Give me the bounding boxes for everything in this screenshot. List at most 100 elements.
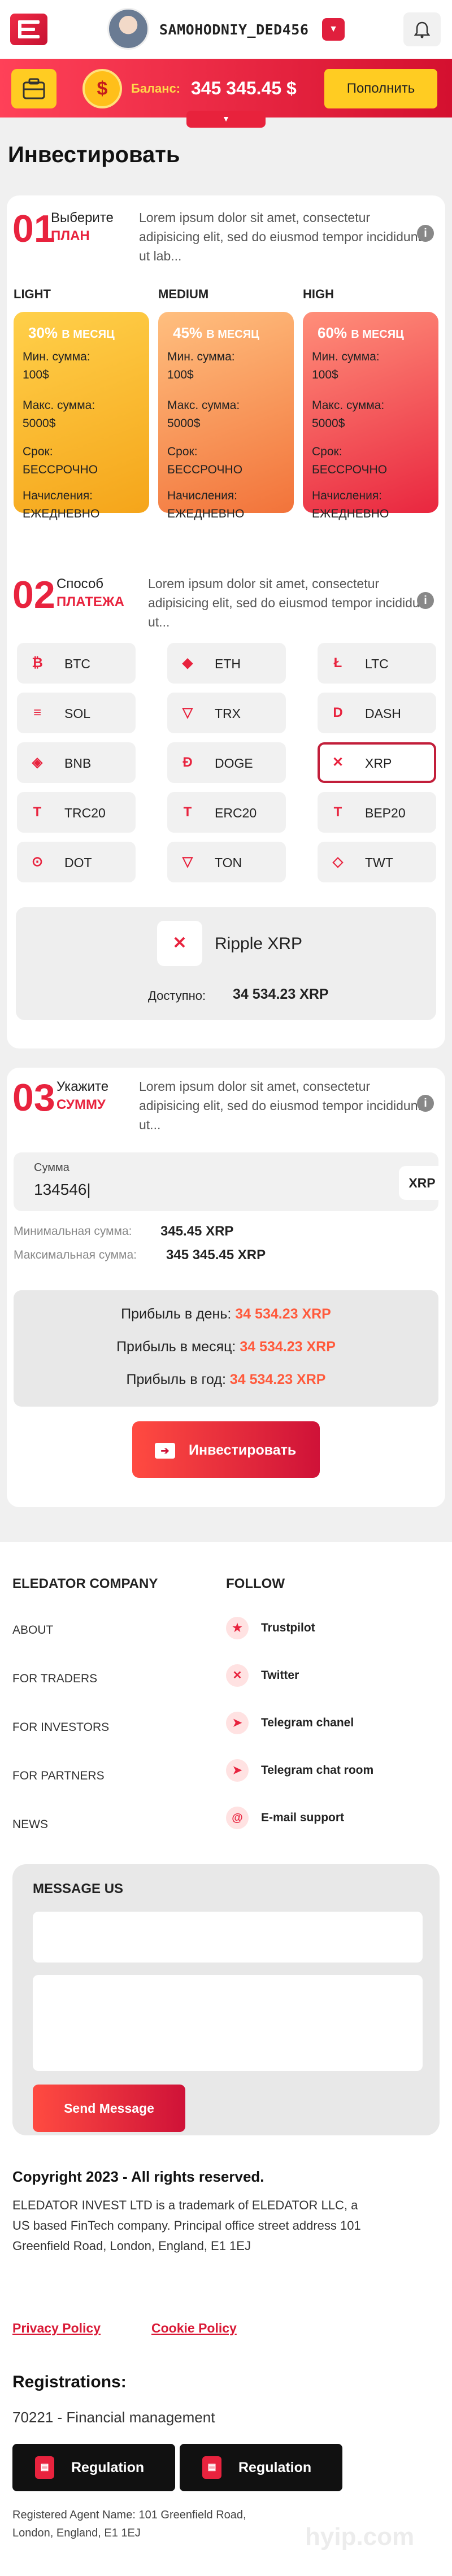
social-label: Trustpilot — [261, 1621, 315, 1634]
info-icon[interactable]: i — [417, 1095, 434, 1112]
trx-icon: ▽ — [182, 705, 193, 720]
payment-method-bnb[interactable]: ◈ BNB — [17, 742, 136, 783]
regulation-button[interactable]: ▤ Regulation — [180, 2444, 342, 2491]
plan-accr: ЕЖЕДНЕВНО — [312, 507, 389, 520]
wallet-icon[interactable] — [11, 69, 56, 108]
amount-unit[interactable]: XRP — [399, 1166, 445, 1200]
selected-method-name: Ripple XRP — [215, 934, 303, 953]
available-value: 34 534.23 XRP — [233, 986, 329, 1002]
plan-card-high[interactable]: 60% В МЕСЯЦ Мин. сумма: 100$ Макс. сумма: 50… — [303, 312, 438, 520]
xrp-icon: ✕ — [157, 921, 202, 966]
message-input-name[interactable] — [33, 1912, 423, 1963]
info-icon[interactable]: i — [417, 592, 434, 609]
footer-link[interactable]: NEWS — [12, 1818, 48, 1831]
chevron-down-icon[interactable]: ▼ — [322, 18, 345, 41]
pdf-icon: ▤ — [35, 2456, 54, 2479]
step-subtitle: ПЛАН — [51, 228, 90, 243]
expand-chevron-icon[interactable]: ▼ — [186, 111, 266, 128]
plan-term: БЕССРОЧНО — [23, 463, 98, 476]
social-label: Telegram chanel — [261, 1716, 354, 1729]
payment-method-eth[interactable]: ◆ ETH — [167, 643, 286, 684]
plan-min: 100$ — [312, 368, 338, 381]
logo[interactable] — [10, 14, 47, 45]
plan-term_label: Срок: — [312, 445, 342, 458]
balance-bar: $ Баланс: 345 345.45 $ Пополнить — [0, 59, 452, 118]
bep20-icon: T — [333, 804, 342, 820]
invest-label: Инвестировать — [189, 1442, 297, 1458]
step-number: 02 — [12, 573, 55, 616]
telegram-icon: ➤ — [226, 1712, 249, 1734]
top-header: SAMOHODNIY_DED456 ▼ — [0, 0, 452, 59]
payment-method-bep20[interactable]: T BEP20 — [318, 792, 436, 833]
payment-method-label: DASH — [365, 706, 401, 721]
step-description: Lorem ipsum dolor sit amet, consectetur … — [139, 210, 421, 263]
plan-min: 100$ — [167, 368, 194, 381]
payment-method-xrp[interactable]: ✕ XRP — [318, 742, 436, 783]
email-icon: @ — [226, 1807, 249, 1829]
payment-method-doge[interactable]: Ð DOGE — [167, 742, 286, 783]
info-icon[interactable]: i — [417, 225, 434, 242]
payment-method-label: DOGE — [215, 756, 253, 771]
max-amount-value: 345 345.45 XRP — [166, 1247, 266, 1263]
twt-icon: ◇ — [332, 854, 344, 869]
plan-term_label: Срок: — [23, 445, 53, 458]
payment-method-twt[interactable]: ◇ TWT — [318, 842, 436, 882]
payment-method-ton[interactable]: ▽ TON — [167, 842, 286, 882]
amount-value[interactable]: 134546| — [34, 1181, 91, 1199]
payment-method-sol[interactable]: ≡ SOL — [17, 693, 136, 733]
payment-method-label: BNB — [64, 756, 92, 771]
step-title: Выберите — [51, 210, 114, 225]
registrations-subtitle: 70221 - Financial management — [12, 2409, 215, 2426]
plan-max: 5000$ — [312, 417, 345, 430]
pdf-icon: ▤ — [202, 2456, 221, 2479]
plan-name-high: HIGH — [303, 287, 334, 301]
footer-link[interactable]: FOR TRADERS — [12, 1672, 97, 1686]
plan-term: БЕССРОЧНО — [312, 463, 388, 476]
page-title: Инвестировать — [8, 142, 180, 167]
plan-percent: 60% В МЕСЯЦ — [318, 324, 404, 341]
payment-method-trx[interactable]: ▽ TRX — [167, 693, 286, 733]
company-title: ELEDATOR COMPANY — [12, 1576, 158, 1591]
footer-link[interactable]: FOR PARTNERS — [12, 1769, 105, 1783]
payment-method-label: TRX — [215, 706, 241, 721]
twitter-icon: ✕ — [226, 1664, 249, 1687]
invest-button[interactable]: ➔ Инвестировать — [132, 1421, 320, 1478]
plan-name-medium: MEDIUM — [158, 287, 209, 301]
plan-accr_label: Начисления: — [312, 489, 383, 502]
xrp-icon: ✕ — [332, 755, 344, 770]
bell-icon[interactable] — [403, 12, 441, 46]
footer-link[interactable]: ABOUT — [12, 1624, 53, 1637]
payment-method-label: ERC20 — [215, 806, 257, 820]
amount-input[interactable]: Сумма 134546| XRP — [14, 1152, 445, 1211]
footer-link[interactable]: FOR INVESTORS — [12, 1721, 109, 1734]
trustpilot-icon: ★ — [226, 1617, 249, 1639]
selected-method-panel: ✕ Ripple XRP Доступно: 34 534.23 XRP — [16, 907, 436, 1020]
payment-method-ltc[interactable]: Ł LTC — [318, 643, 436, 684]
payment-method-btc[interactable]: ₿ BTC — [17, 643, 136, 684]
telegram-icon: ➤ — [226, 1759, 249, 1782]
username[interactable]: SAMOHODNIY_DED456 — [159, 21, 308, 38]
payment-method-dash[interactable]: D DASH — [318, 693, 436, 733]
payment-method-label: DOT — [64, 855, 92, 870]
plan-card-light[interactable]: 30% В МЕСЯЦ Мин. сумма: 100$ Макс. сумма: 50… — [14, 312, 149, 520]
plan-max: 5000$ — [23, 417, 56, 430]
topup-button[interactable]: Пополнить — [324, 69, 437, 108]
legal-text: ELEDATOR INVEST LTD is a trademark of EL… — [12, 2198, 361, 2253]
max-amount-label: Максимальная сумма: — [14, 1248, 137, 1261]
plan-min: 100$ — [23, 368, 49, 381]
payment-method-label: TWT — [365, 855, 393, 870]
plan-card-medium[interactable]: 45% В МЕСЯЦ Мин. сумма: 100$ Макс. сумма: 50… — [158, 312, 294, 520]
payment-method-erc20[interactable]: T ERC20 — [167, 792, 286, 833]
plan-accr_label: Начисления: — [23, 489, 93, 502]
cookie-policy-link[interactable]: Cookie Policy — [151, 2321, 237, 2336]
avatar[interactable] — [107, 8, 149, 50]
profit-month: Прибыль в месяц: 34 534.23 XRP — [116, 1339, 336, 1355]
payment-method-dot[interactable]: ⊙ DOT — [17, 842, 136, 882]
payment-method-trc20[interactable]: T TRC20 — [17, 792, 136, 833]
arrow-right-icon: ➔ — [155, 1443, 175, 1459]
available-label: Доступно: — [148, 989, 206, 1003]
regulation-button[interactable]: ▤ Regulation — [12, 2444, 175, 2491]
message-textarea[interactable] — [33, 1975, 423, 2071]
privacy-policy-link[interactable]: Privacy Policy — [12, 2321, 101, 2336]
send-message-button[interactable]: Send Message — [33, 2085, 185, 2132]
